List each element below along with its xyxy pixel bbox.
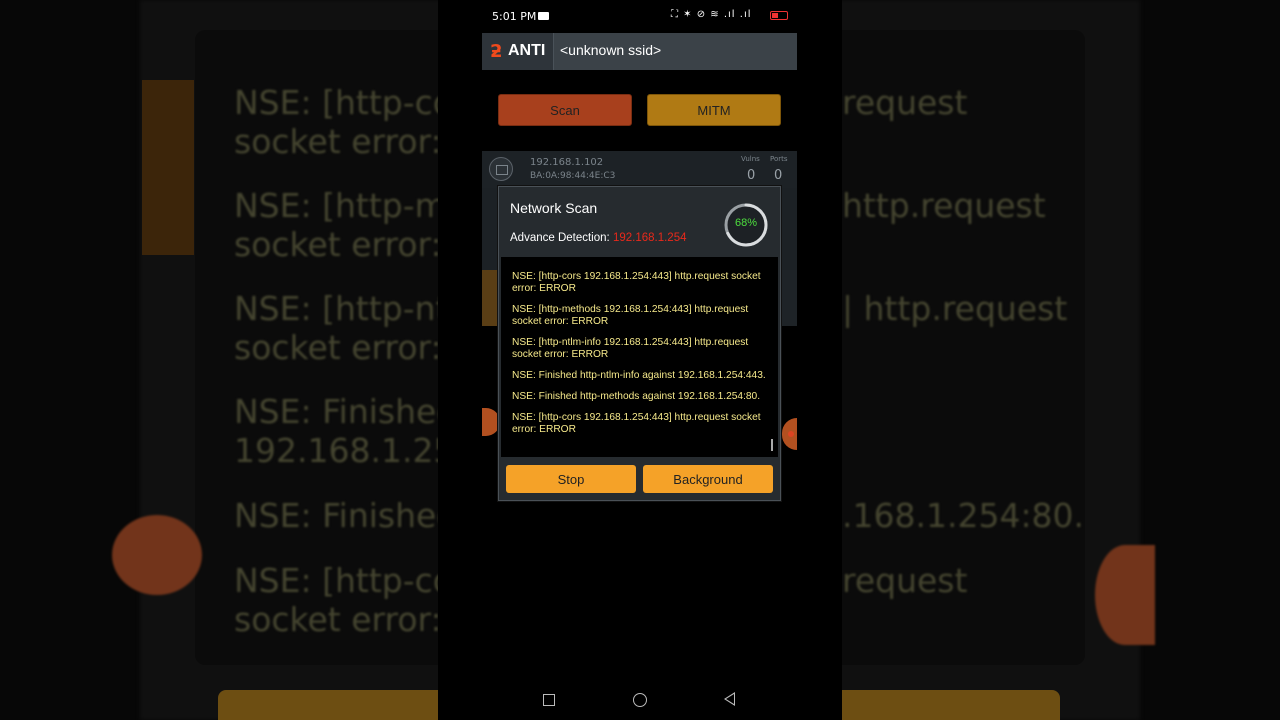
logo-text: ANTI [508, 42, 546, 59]
background-button[interactable]: Background [643, 465, 773, 493]
battery-icon [770, 11, 788, 20]
status-bar: 5:01 PM ⛶ ✶ ⊘ ≋ .ıl .ıl [438, 0, 842, 33]
home-icon[interactable] [633, 693, 647, 707]
log-lines: NSE: [http-cors 192.168.1.254:443] http.… [512, 271, 772, 445]
ports-label: Ports [770, 155, 788, 163]
computer-icon [489, 157, 513, 181]
scan-button[interactable]: Scan [498, 94, 632, 126]
screen-record-icon [538, 12, 549, 20]
mitm-button[interactable]: MITM [647, 94, 781, 126]
log-line: NSE: Finished http-methods against 192.1… [512, 391, 761, 402]
zanti-logo-icon: ƻ [490, 41, 503, 62]
record-fab-button[interactable] [782, 418, 797, 450]
status-time: 5:01 PM [492, 10, 537, 23]
device-ip: 192.168.1.102 [530, 157, 604, 168]
detection-status: Advance Detection: 192.168.1.254 [510, 232, 686, 244]
device-list-item[interactable]: 192.168.1.102 BA:0A:98:44:4E:C3 Vulns Po… [482, 151, 797, 188]
app-logo[interactable]: ƻ ANTI [482, 33, 554, 70]
log-scrollbar[interactable] [771, 439, 773, 451]
phone-screen: 5:01 PM ⛶ ✶ ⊘ ≋ .ıl .ıl ƻ ANTI <unknown … [438, 0, 842, 720]
network-scan-dialog: Network Scan Advance Detection: 192.168.… [498, 186, 781, 501]
stop-button[interactable]: Stop [506, 465, 636, 493]
log-line: NSE: [http-ntlm-info 192.168.1.254:443] … [512, 337, 749, 360]
ports-count: 0 [774, 168, 783, 183]
scan-progress-ring: 68% [722, 201, 770, 249]
back-icon[interactable] [724, 692, 735, 706]
status-signal-icons: ⛶ ✶ ⊘ ≋ .ıl .ıl [671, 9, 752, 20]
vulns-count: 0 [747, 168, 756, 183]
app-bar: ƻ ANTI <unknown ssid> [482, 33, 797, 70]
device-mac: BA:0A:98:44:4E:C3 [530, 171, 616, 181]
log-line: NSE: [http-cors 192.168.1.254:443] http.… [512, 412, 761, 435]
detection-label: Advance Detection: [510, 232, 610, 244]
progress-percent: 68% [734, 217, 758, 229]
device-icon [482, 270, 498, 326]
recents-icon[interactable] [543, 694, 555, 706]
dialog-title: Network Scan [510, 200, 598, 216]
detection-ip: 192.168.1.254 [612, 232, 687, 244]
scan-log[interactable]: NSE: [http-cors 192.168.1.254:443] http.… [501, 257, 778, 457]
log-line: NSE: [http-cors 192.168.1.254:443] http.… [512, 271, 761, 294]
network-ssid: <unknown ssid> [560, 42, 662, 58]
log-line: NSE: [http-methods 192.168.1.254:443] ht… [512, 304, 749, 327]
android-nav-bar [438, 680, 842, 720]
vulns-label: Vulns [741, 155, 760, 163]
log-line: NSE: Finished http-ntlm-info against 192… [512, 370, 766, 381]
